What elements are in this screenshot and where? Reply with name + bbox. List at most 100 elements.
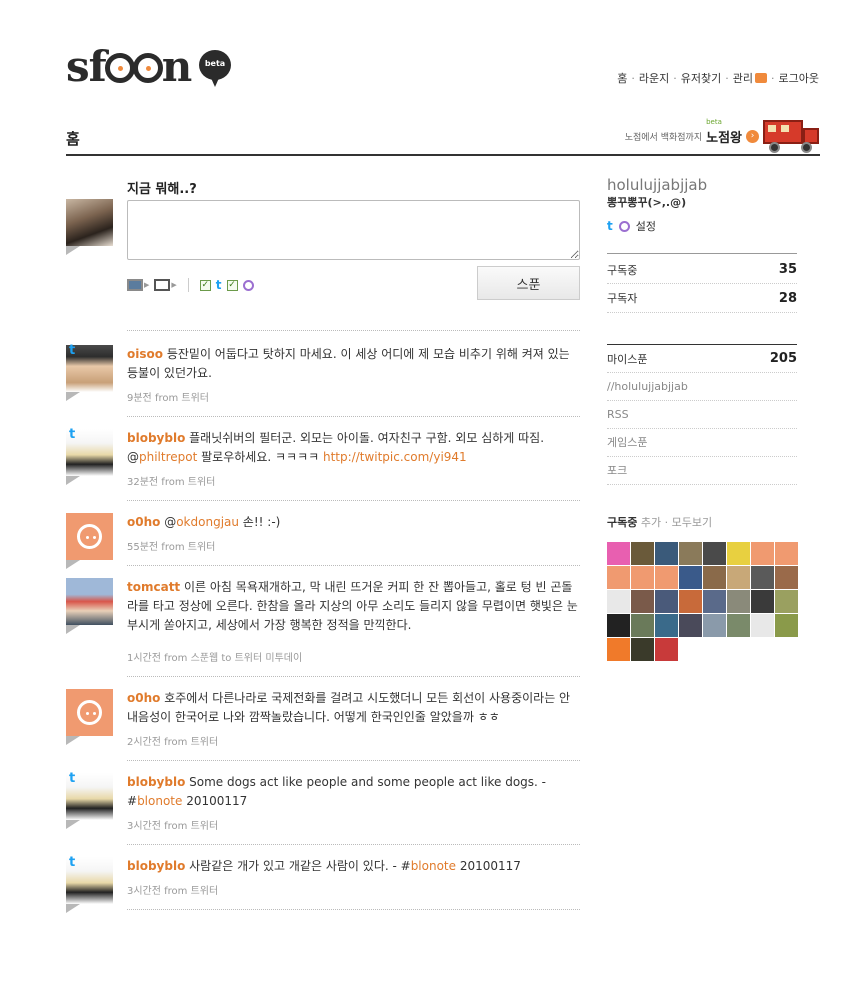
divider [127,500,580,501]
subscription-avatar[interactable] [751,590,774,613]
view-all-link[interactable]: 모두보기 [672,516,712,529]
followers-label: 구독자 [607,292,638,305]
settings-link[interactable]: 설정 [636,218,656,234]
avatar[interactable]: t [66,427,113,485]
subscription-avatar[interactable] [703,590,726,613]
profile-username[interactable]: holulujjabjjab [607,176,797,194]
subscription-avatar[interactable] [751,542,774,565]
username-link[interactable]: tomcatt [127,580,180,594]
username-link[interactable]: o0ho [127,691,160,705]
subscription-avatar[interactable] [607,638,630,661]
subscription-avatar[interactable] [775,566,798,589]
subscription-avatar[interactable] [655,638,678,661]
subscription-avatar[interactable] [655,566,678,589]
avatar[interactable] [66,689,113,745]
subscription-avatar[interactable] [631,590,654,613]
username-link[interactable]: blobyblo [127,775,185,789]
my-spoon-panel: 마이스푼 205 //holulujjabjjab RSS 게임스푼 포크 [607,344,797,485]
post-text: 호주에서 다른나라로 국제전화를 걸려고 시도했더니 모든 회선이 사용중이라는… [127,691,571,724]
url-link[interactable]: http://twitpic.com/yi941 [323,450,467,464]
hashtag-link[interactable]: blonote [137,794,182,808]
list-item: tomcatt 이른 아침 목욕재개하고, 막 내린 뜨거운 커피 한 잔 뽑아… [66,578,580,664]
subscriptions-panel: 구독중 추가 · 모두보기 [607,514,798,661]
subscription-avatar[interactable] [679,542,702,565]
username-link[interactable]: oisoo [127,347,163,361]
subscription-avatar[interactable] [631,614,654,637]
following-row[interactable]: 구독중 35 [607,256,797,284]
avatar[interactable] [66,578,113,634]
sfoon-checkbox[interactable]: ✓ [226,279,238,291]
rss-link[interactable]: RSS [607,401,797,429]
subscription-avatar[interactable] [703,566,726,589]
post-meta: 2시간전 from 트위터 [127,737,219,748]
subscription-avatar[interactable] [679,614,702,637]
twitter-icon: t [69,343,76,358]
subscription-avatar[interactable] [727,614,750,637]
subscription-avatar[interactable] [775,590,798,613]
subscription-avatar[interactable] [775,614,798,637]
avatar[interactable]: t [66,771,113,829]
mention-link[interactable]: okdongjau [176,515,239,529]
subscription-avatar[interactable] [655,542,678,565]
subscription-avatar[interactable] [631,566,654,589]
nav-logout[interactable]: 로그아웃 [779,70,819,86]
game-spoon-link[interactable]: 게임스푼 [607,429,797,457]
subscription-avatar[interactable] [751,614,774,637]
profile-url-link[interactable]: //holulujjabjjab [607,373,797,401]
profile-nickname: 뽕꾸뽕꾸(>,.@) [607,196,687,209]
twitter-icon: t [69,427,76,442]
subscription-avatar[interactable] [607,590,630,613]
post-text: 사람같은 개가 있고 개같은 사람이 있다. - # [189,859,411,873]
subscription-avatar[interactable] [655,614,678,637]
add-link[interactable]: 추가 [641,516,661,529]
subscription-avatar[interactable] [703,614,726,637]
myspoon-row[interactable]: 마이스푼 205 [607,345,797,373]
list-item: o0ho @okdongjau 손!! :-) 55분전 from 트위터 [66,513,580,569]
smiley-icon [77,524,102,549]
avatar[interactable]: t [66,855,113,913]
nav-lounge[interactable]: 라운지 [639,70,669,86]
promo-subtitle: 노점에서 백화점까지 [624,132,703,143]
post-text: 이른 아침 목욕재개하고, 막 내린 뜨거운 커피 한 잔 뽑아들고, 홀로 텅… [127,580,578,632]
nav-find-users[interactable]: 유저찾기 [681,70,721,86]
subscription-avatar[interactable] [727,590,750,613]
mention-link[interactable]: philtrepot [139,450,197,464]
nav-manage[interactable]: 관리 [733,70,768,86]
subscription-avatar[interactable] [727,566,750,589]
list-item: t blobyblo 사람같은 개가 있고 개같은 사람이 있다. - #blo… [66,855,580,913]
post-meta: 3시간전 from 트위터 [127,821,219,832]
subscription-avatar[interactable] [607,566,630,589]
subscription-avatar[interactable] [631,638,654,661]
fork-link[interactable]: 포크 [607,457,797,485]
compose-input[interactable] [127,200,580,260]
post-meta: 55분전 from 트위터 [127,542,216,553]
promo-banner[interactable]: 노점에서 백화점까지 beta 노점왕 › [625,118,819,154]
subscription-avatar[interactable] [655,590,678,613]
photo-attach-icon[interactable] [127,279,143,291]
subscription-avatar[interactable] [607,542,630,565]
username-link[interactable]: blobyblo [127,431,185,445]
truck-icon [763,118,819,154]
subscription-avatar[interactable] [679,590,702,613]
username-link[interactable]: o0ho [127,515,160,529]
subscription-avatar[interactable] [703,542,726,565]
list-item: t blobyblo Some dogs act like people and… [66,771,580,832]
sfoon-logo[interactable]: sf n [66,46,192,88]
subscription-avatar[interactable] [631,542,654,565]
avatar[interactable] [66,513,113,569]
subscription-avatar[interactable] [679,566,702,589]
nav-home[interactable]: 홈 [617,70,627,86]
subscription-avatar[interactable] [751,566,774,589]
subscription-avatar[interactable] [727,542,750,565]
subscription-avatar[interactable] [775,542,798,565]
avatar[interactable]: t [66,343,113,401]
twitter-icon: t [69,855,76,870]
video-attach-icon[interactable] [154,279,171,291]
username-link[interactable]: blobyblo [127,859,185,873]
subscription-avatar[interactable] [607,614,630,637]
post-button[interactable]: 스푼 [477,266,580,300]
twitter-checkbox[interactable]: ✓ [199,279,211,291]
hashtag-link[interactable]: blonote [411,859,456,873]
followers-row[interactable]: 구독자 28 [607,284,797,312]
my-avatar[interactable] [66,199,113,255]
